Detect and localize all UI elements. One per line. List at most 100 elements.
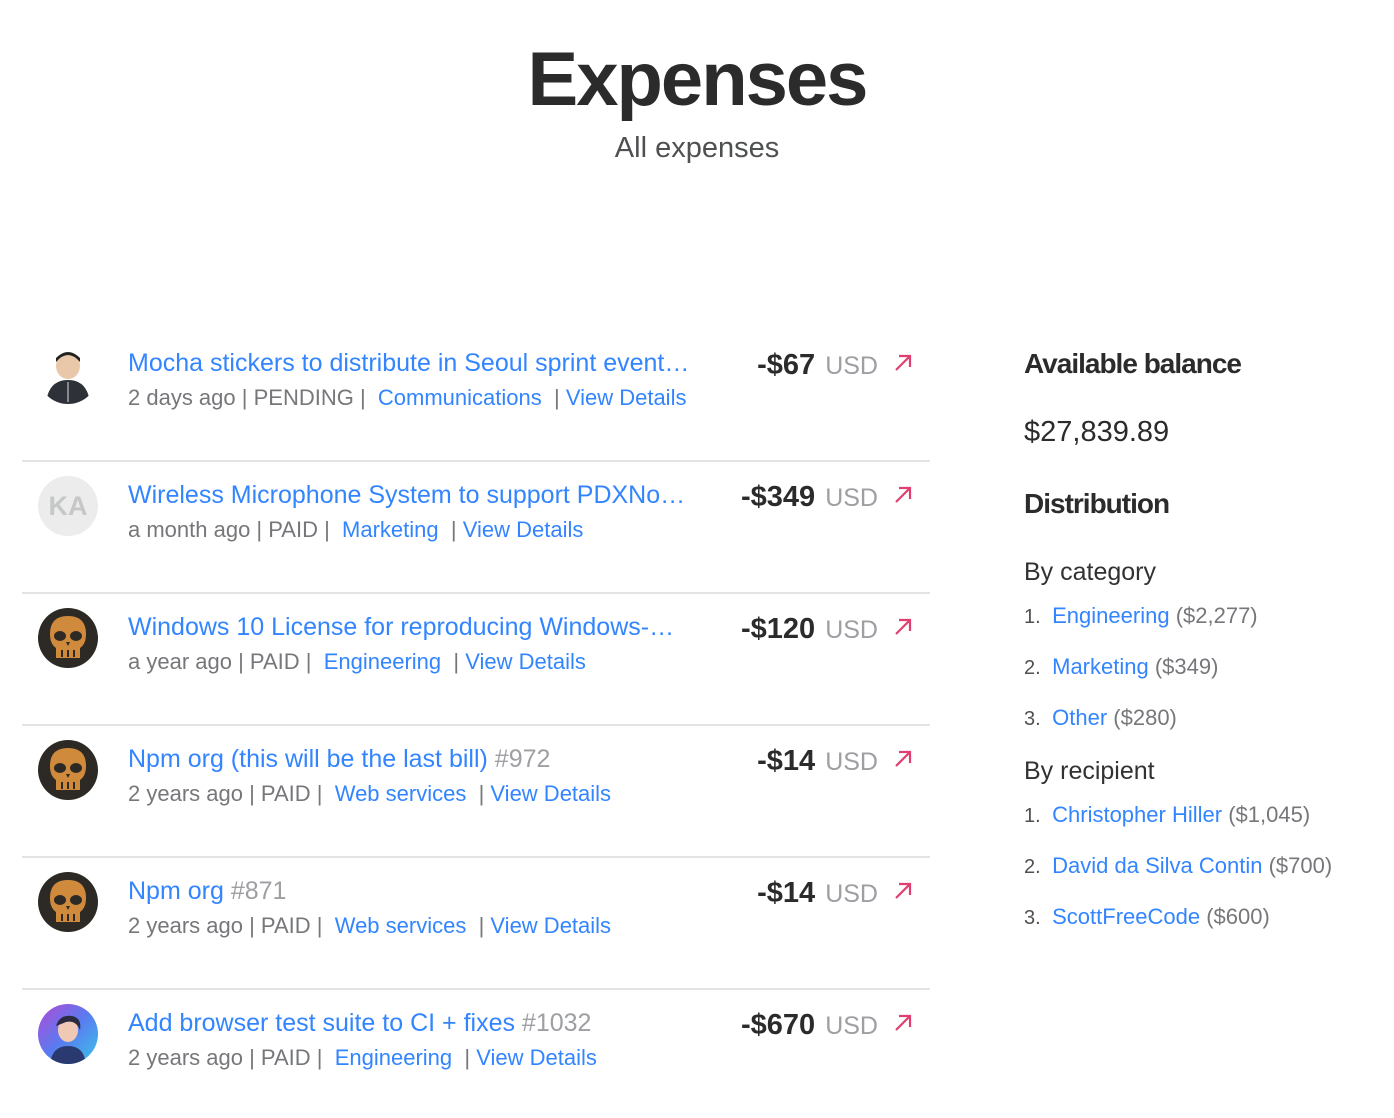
expense-time: a year ago xyxy=(128,649,232,674)
expense-title[interactable]: Mocha stickers to distribute in Seoul sp… xyxy=(128,347,738,379)
expense-number: #1032 xyxy=(521,1009,592,1037)
expense-status: PAID xyxy=(260,913,311,938)
amount-value: -$120 xyxy=(740,613,816,645)
amount-value: -$67 xyxy=(757,349,816,381)
by-recipient-heading: By recipient xyxy=(1024,757,1155,785)
list-item: 2. David da Silva Contin ($700) xyxy=(1024,852,1364,881)
expense-category-link[interactable]: Marketing xyxy=(342,517,439,542)
arrow-up-right-icon xyxy=(895,882,912,899)
expense-amount: -$67 USD xyxy=(757,348,878,383)
skull-avatar-icon xyxy=(38,608,98,668)
balance-value: $27,839.89 xyxy=(1024,416,1170,448)
balance-heading: Available balance xyxy=(1024,348,1242,379)
recipient-amount: ($1,045) xyxy=(1228,802,1311,827)
avatar[interactable] xyxy=(38,740,98,800)
expense-status: PAID xyxy=(249,649,300,674)
amount-value: -$14 xyxy=(757,745,816,777)
amount-value: -$14 xyxy=(757,877,816,909)
expense-row: Npm org (this will be the last bill) #97… xyxy=(22,726,930,858)
list-item: 2. Marketing ($349) xyxy=(1024,653,1364,682)
expenses-page: Expenses All expenses Mocha stickers to … xyxy=(0,0,1394,1118)
expense-title-text[interactable]: Windows 10 License for reproducing Windo… xyxy=(128,613,674,641)
list-item: 1. Engineering ($2,277) xyxy=(1024,602,1364,631)
expense-title[interactable]: Npm org #871 xyxy=(128,875,738,907)
expense-meta: 2 years ago | PAID | Engineering | View … xyxy=(128,1045,597,1070)
by-recipient-section: By recipient 1. Christopher Hiller ($1,0… xyxy=(1024,755,1364,932)
list-index: 3. xyxy=(1024,907,1041,929)
category-link[interactable]: Other xyxy=(1052,705,1107,730)
expense-amount: -$349 USD xyxy=(741,480,878,515)
category-amount: ($280) xyxy=(1113,705,1177,730)
list-index: 2. xyxy=(1024,856,1041,878)
expense-title[interactable]: Add browser test suite to CI + fixes #10… xyxy=(128,1007,738,1039)
expense-title[interactable]: Windows 10 License for reproducing Windo… xyxy=(128,611,738,643)
expense-number: #871 xyxy=(230,877,287,905)
list-item: 3. ScottFreeCode ($600) xyxy=(1024,903,1364,932)
amount-currency: USD xyxy=(825,748,878,776)
expense-amount: -$670 USD xyxy=(741,1008,878,1043)
recipient-link[interactable]: Christopher Hiller xyxy=(1052,802,1222,827)
view-details-link[interactable]: View Details xyxy=(566,385,687,410)
page-subtitle: All expenses xyxy=(614,132,780,164)
view-details-link[interactable]: View Details xyxy=(465,649,586,674)
expense-category-link[interactable]: Engineering xyxy=(335,1045,452,1070)
expense-category-link[interactable]: Web services xyxy=(335,781,467,806)
sidebar: Available balance $27,839.89 Distributio… xyxy=(1024,346,1364,954)
page-title: Expenses xyxy=(527,37,869,122)
view-details-link[interactable]: View Details xyxy=(490,781,611,806)
expense-list: Mocha stickers to distribute in Seoul sp… xyxy=(22,330,930,1118)
view-details-link[interactable]: View Details xyxy=(490,913,611,938)
avatar[interactable] xyxy=(38,872,98,932)
expense-title-text[interactable]: Npm org xyxy=(128,877,224,905)
list-item: 3. Other ($280) xyxy=(1024,704,1364,733)
expense-status: PAID xyxy=(260,1045,311,1070)
expense-meta: a year ago | PAID | Engineering | View D… xyxy=(128,649,586,674)
list-index: 3. xyxy=(1024,708,1041,730)
view-details-link[interactable]: View Details xyxy=(476,1045,597,1070)
expense-status: PENDING xyxy=(253,385,354,410)
distribution-heading: Distribution xyxy=(1024,488,1170,519)
category-link[interactable]: Engineering xyxy=(1052,603,1169,628)
expense-status: PAID xyxy=(268,517,318,542)
expense-title[interactable]: Npm org (this will be the last bill) #97… xyxy=(128,743,738,775)
avatar[interactable] xyxy=(38,608,98,668)
arrow-up-right-icon xyxy=(895,1014,912,1031)
expense-title-text[interactable]: Wireless Microphone System to support PD… xyxy=(128,481,685,509)
expense-number: #972 xyxy=(494,745,551,773)
expense-meta: 2 years ago | PAID | Web services | View… xyxy=(128,913,612,938)
gradient-photo-avatar-icon xyxy=(38,1004,98,1064)
avatar[interactable] xyxy=(38,1004,98,1064)
category-amount: ($2,277) xyxy=(1175,603,1258,628)
amount-currency: USD xyxy=(825,352,878,380)
expense-status: PAID xyxy=(260,781,311,806)
amount-currency: USD xyxy=(825,1012,878,1040)
expense-title-text[interactable]: Add browser test suite to CI + fixes xyxy=(128,1009,515,1037)
amount-value: -$349 xyxy=(740,481,816,513)
expense-title-text[interactable]: Mocha stickers to distribute in Seoul sp… xyxy=(128,349,689,377)
expense-row: KA Wireless Microphone System to support… xyxy=(22,462,930,594)
skull-avatar-icon xyxy=(38,872,98,932)
expense-title-text[interactable]: Npm org (this will be the last bill) xyxy=(128,745,488,773)
view-details-link[interactable]: View Details xyxy=(463,517,584,542)
by-category-heading: By category xyxy=(1024,558,1157,586)
avatar[interactable] xyxy=(38,344,98,404)
expense-time: a month ago xyxy=(128,517,251,542)
expense-meta: a month ago | PAID | Marketing | View De… xyxy=(128,517,584,542)
avatar[interactable]: KA xyxy=(38,476,98,536)
expense-category-link[interactable]: Engineering xyxy=(324,649,441,674)
arrow-up-right-icon xyxy=(895,354,912,371)
list-index: 2. xyxy=(1024,657,1041,679)
recipient-link[interactable]: ScottFreeCode xyxy=(1052,904,1200,929)
expense-category-link[interactable]: Communications xyxy=(378,385,542,410)
arrow-up-right-icon xyxy=(895,486,912,503)
expense-category-link[interactable]: Web services xyxy=(335,913,467,938)
expense-time: 2 years ago xyxy=(128,1045,243,1070)
expense-row: Npm org #871 2 years ago | PAID | Web se… xyxy=(22,858,930,990)
expense-title[interactable]: Wireless Microphone System to support PD… xyxy=(128,479,738,511)
expense-row: Add browser test suite to CI + fixes #10… xyxy=(22,990,930,1118)
recipient-link[interactable]: David da Silva Contin xyxy=(1052,853,1262,878)
category-link[interactable]: Marketing xyxy=(1052,654,1149,679)
amount-value: -$670 xyxy=(740,1009,816,1041)
amount-currency: USD xyxy=(825,880,878,908)
distribution-section: Distribution By category 1. Engineering … xyxy=(1024,486,1364,932)
